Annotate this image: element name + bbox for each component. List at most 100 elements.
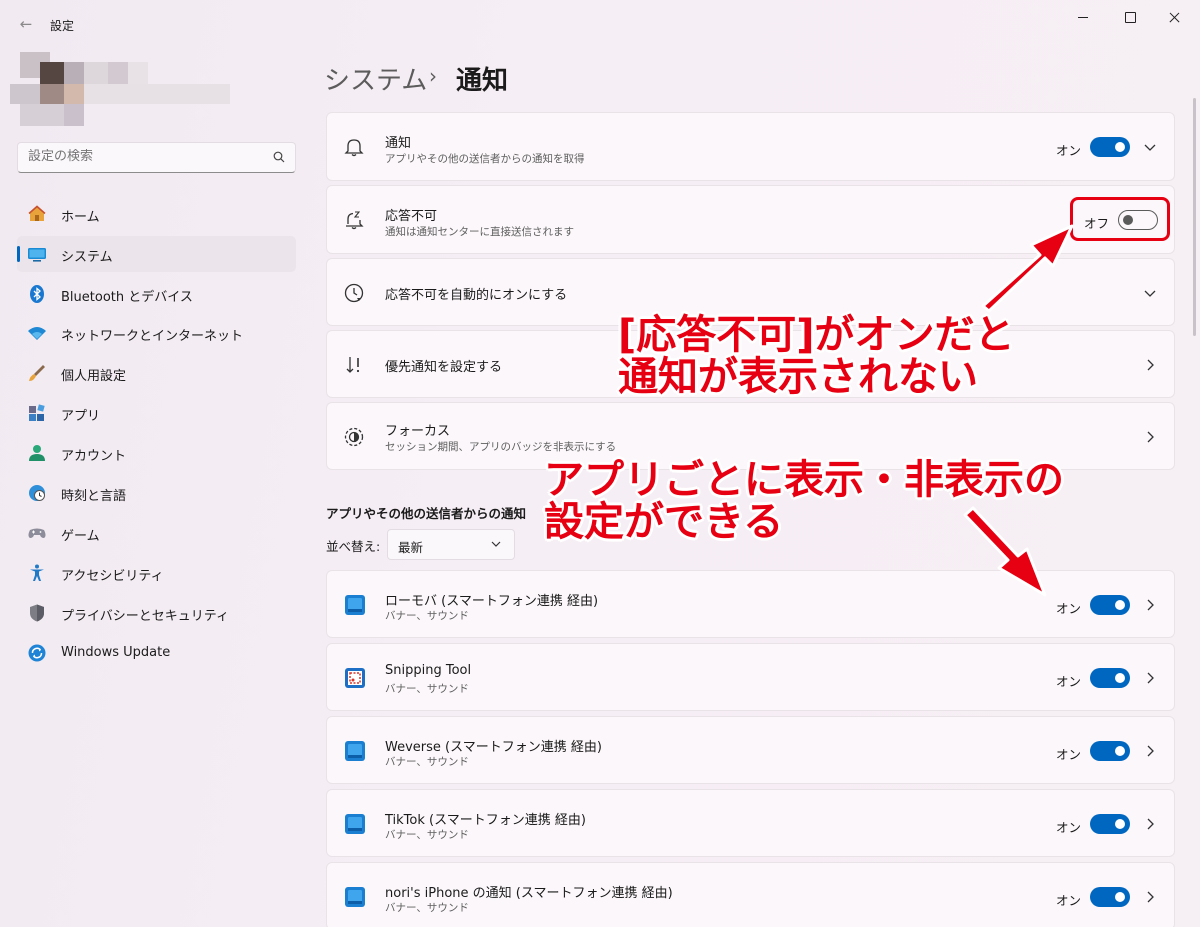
sidebar-item-label: Windows Update [61,645,171,660]
app-name: nori's iPhone の通知 (スマートフォン連携 経由) [385,886,673,901]
chevron-right-icon[interactable] [1142,889,1158,905]
app-detail: バナー、サウンド [385,756,469,768]
toggle-state-label: オン [1056,820,1082,835]
search-icon[interactable] [273,151,285,163]
system-icon [28,248,46,262]
sidebar-item-gaming[interactable]: ゲーム [17,515,296,551]
sidebar-item-label: ゲーム [61,529,100,544]
sidebar-item-system[interactable]: システム [17,236,296,272]
sidebar-item-label: システム [61,250,113,265]
sidebar-item-apps[interactable]: アプリ [17,395,296,431]
app-notification-row[interactable]: nori's iPhone の通知 (スマートフォン連携 経由) バナー、サウン… [326,862,1175,927]
notifications-setting-card[interactable]: 通知 アプリやその他の送信者からの通知を取得 オン [326,112,1175,181]
app-name: TikTok (スマートフォン連携 経由) [385,813,586,828]
apps-icon [29,404,45,421]
toggle-state-label: オン [1056,674,1082,689]
bluetooth-icon [30,285,44,303]
app-notification-toggle[interactable] [1090,668,1130,688]
app-name: Weverse (スマートフォン連携 経由) [385,740,602,755]
toggle-state-label: オン [1056,893,1082,908]
focus-icon [344,427,364,447]
sidebar-item-label: Bluetooth とデバイス [61,290,193,305]
chevron-right-icon[interactable] [1142,816,1158,832]
annotation-line: 通知が表示されない [618,353,978,400]
chevron-down-icon [491,541,501,547]
sidebar-item-privacy[interactable]: プライバシーとセキュリティ [17,595,296,631]
wifi-icon [28,327,46,340]
priority-sort-icon [346,357,360,373]
title-bar: ← 設定 [0,0,1200,48]
annotation-dnd-note: [応答不可]がオンだと 通知が表示されない [618,312,1015,400]
sidebar-item-windows-update[interactable]: Windows Update [17,635,296,671]
annotation-line: アプリごとに表示・非表示の [544,457,1064,503]
toggle-state-label: オン [1056,601,1082,616]
annotation-line: [応答不可]がオンだと [618,312,1015,358]
accessibility-icon [30,564,44,581]
notifications-toggle[interactable] [1090,137,1130,157]
search-input[interactable] [28,149,258,164]
sidebar-item-personalization[interactable]: 個人用設定 [17,355,296,391]
annotation-line: 設定ができる [544,498,784,545]
breadcrumb-parent[interactable]: システム [324,60,427,97]
avatar[interactable] [10,52,240,128]
app-notification-row[interactable]: Weverse (スマートフォン連携 経由) バナー、サウンド オン [326,716,1175,784]
highlight-frame [1070,197,1170,241]
snipping-tool-icon [345,668,365,688]
phone-link-icon [345,595,365,615]
brush-icon [29,365,45,381]
app-detail: バナー、サウンド [385,829,469,841]
app-notification-toggle[interactable] [1090,741,1130,761]
gamepad-icon [28,528,46,538]
chevron-right-icon[interactable] [1142,670,1158,686]
back-arrow-icon[interactable]: ← [16,14,36,34]
app-notification-row[interactable]: TikTok (スマートフォン連携 経由) バナー、サウンド オン [326,789,1175,857]
sidebar-item-network[interactable]: ネットワークとインターネット [17,315,296,351]
bell-zz-icon [346,211,364,230]
app-name: Snipping Tool [385,663,472,678]
sidebar-item-bluetooth[interactable]: Bluetooth とデバイス [17,276,296,312]
bell-icon [344,139,364,157]
chevron-right-icon[interactable] [1142,357,1158,373]
chevron-down-icon[interactable] [1142,285,1158,301]
toggle-state-label: オン [1056,143,1082,158]
app-notification-toggle[interactable] [1090,887,1130,907]
sidebar-item-home[interactable]: ホーム [17,196,296,232]
home-icon [28,205,46,221]
sidebar-item-accounts[interactable]: アカウント [17,435,296,471]
sidebar-item-label: 個人用設定 [61,369,127,384]
maximize-icon[interactable] [1110,6,1150,30]
app-notification-row[interactable]: ローモバ (スマートフォン連携 経由) バナー、サウンド オン [326,570,1175,638]
chevron-down-icon[interactable] [1142,139,1158,155]
phone-link-icon [345,814,365,834]
phone-link-icon [345,741,365,761]
chevron-right-icon[interactable] [1142,597,1158,613]
setting-subtitle: 通知は通知センターに直接送信されます [385,226,574,238]
section-heading: アプリやその他の送信者からの通知 [326,506,527,521]
app-notification-row[interactable]: Snipping Tool バナー、サウンド オン [326,643,1175,711]
app-notification-toggle[interactable] [1090,814,1130,834]
sort-dropdown[interactable]: 最新 [387,529,515,560]
annotation-app-note: アプリごとに表示・非表示の 設定ができる [544,457,1064,545]
selection-indicator [17,246,20,262]
app-title: 設定 [50,19,75,33]
chevron-right-icon[interactable] [1142,743,1158,759]
setting-title: 応答不可 [385,209,438,224]
sidebar-item-label: アクセシビリティ [61,569,164,584]
shield-icon [30,604,44,622]
sidebar-item-accessibility[interactable]: アクセシビリティ [17,555,296,591]
account-icon [29,445,45,461]
sidebar-item-label: 時刻と言語 [61,489,127,504]
minimize-icon[interactable] [1064,6,1104,30]
sidebar-item-time-language[interactable]: 時刻と言語 [17,475,296,511]
scrollbar[interactable] [1193,98,1196,336]
app-detail: バナー、サウンド [385,610,469,622]
setting-title: フォーカス [385,424,451,439]
search-box[interactable] [17,142,296,173]
close-icon[interactable] [1155,6,1195,30]
sort-value: 最新 [398,540,424,555]
setting-title: 応答不可を自動的にオンにする [385,288,568,303]
app-notification-toggle[interactable] [1090,595,1130,615]
phone-link-icon [345,887,365,907]
chevron-right-icon[interactable] [1142,429,1158,445]
clock-icon [344,283,364,303]
